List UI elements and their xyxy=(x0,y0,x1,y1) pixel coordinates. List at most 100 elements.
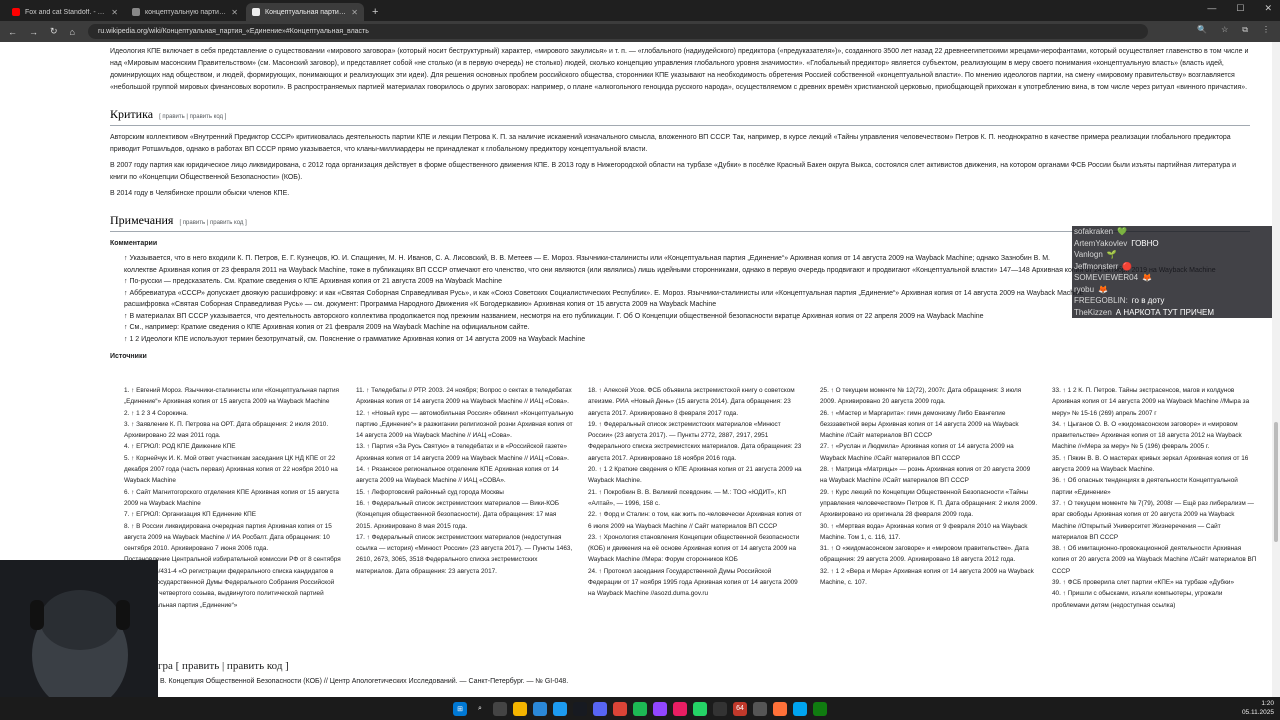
tab-strip: Fox and cat Standoff. - YouTube✕ концепт… xyxy=(0,0,1280,21)
youtube-icon xyxy=(12,8,20,16)
close-icon[interactable]: ✕ xyxy=(351,8,358,17)
zoom-icon[interactable]: 🔍 xyxy=(1197,25,1207,35)
back-icon[interactable]: ← xyxy=(8,27,17,37)
ref-column-3: 18. ↑ Алексей Усов. ФСБ объявила экстрем… xyxy=(588,385,806,611)
ref-item[interactable]: 16. ↑ Федеральный список экстремистских … xyxy=(356,498,574,532)
ref-item[interactable]: 28. ↑ Матрица «Матрицы» — рознь Архивная… xyxy=(820,464,1038,487)
chat-message: Jeffmonsterr 🔴 xyxy=(1074,261,1133,271)
minimize-icon[interactable]: — xyxy=(1207,3,1216,14)
ref-item[interactable]: 40. ↑ Пришли с обысками, изъяли компьюте… xyxy=(1052,588,1257,611)
ref-item[interactable]: 5. ↑ Корнейчук И. К. Мой ответ участника… xyxy=(124,453,342,487)
new-tab-icon[interactable]: + xyxy=(372,3,378,21)
app-icon[interactable] xyxy=(793,701,807,716)
ref-item[interactable]: 13. ↑ Партия «За Русь Святую» в теледеба… xyxy=(356,441,574,464)
ref-item[interactable]: 30. ↑ «Мертвая вода» Архивная копия от 9… xyxy=(820,521,1038,544)
ref-item[interactable]: 18. ↑ Алексей Усов. ФСБ объявила экстрем… xyxy=(588,385,806,419)
task-view-icon[interactable] xyxy=(493,701,507,716)
chat-message: FREEGOBLIN: го в доту xyxy=(1074,296,1165,305)
ref-item[interactable]: 25. ↑ О текущем моменте № 12(72), 2007г.… xyxy=(820,385,1038,408)
ref-item[interactable]: 1. ↑ Евгений Мороз. Язычники-сталинисты … xyxy=(124,385,342,408)
edit-section-link[interactable]: [ править | править код ] xyxy=(159,114,226,120)
forward-icon[interactable]: → xyxy=(29,27,38,37)
ref-item[interactable]: 19. ↑ Федеральный список экстремистских … xyxy=(588,419,806,464)
ref-column-5: 33. ↑ 1 2 К. П. Петров. Тайны экстрасенс… xyxy=(1052,385,1257,611)
ref-item[interactable]: 2. ↑ 1 2 3 4 Сорокина. xyxy=(124,408,342,419)
twitch-icon[interactable] xyxy=(653,701,667,716)
chrome-icon[interactable] xyxy=(613,701,627,716)
ref-item[interactable]: 23. ↑ Хронология становления Концепции о… xyxy=(588,532,806,566)
taskbar: ⊞ ⌕ 64 xyxy=(0,697,1280,720)
chat-message: SOMEVIEWER04 🦊 xyxy=(1074,273,1152,282)
ref-item[interactable]: 35. ↑ Пякин В. В. О мастерах кривых зерк… xyxy=(1052,453,1257,476)
app-64-icon[interactable]: 64 xyxy=(733,701,747,716)
bookmark-star-icon[interactable]: ☆ xyxy=(1221,25,1228,35)
system-clock[interactable]: 1:20 05.11.2025 xyxy=(1242,699,1274,717)
windows-start-icon[interactable]: ⊞ xyxy=(453,701,467,716)
ref-item[interactable]: 4. ↑ ЕГРЮЛ: РОД КПЕ Движение КПЕ xyxy=(124,441,342,452)
ref-item[interactable]: 29. ↑ Курс лекций по Концепции Обществен… xyxy=(820,487,1038,521)
ref-item[interactable]: 15. ↑ Лефортовский районный суд города М… xyxy=(356,487,574,498)
search-favicon-icon xyxy=(132,8,140,16)
ref-item[interactable]: 22. ↑ Форд и Сталин: о том, как жить по-… xyxy=(588,509,806,532)
ref-column-2: 11. ↑ Теледебаты // РТР. 2003. 24 ноября… xyxy=(356,385,574,611)
ref-item[interactable]: 36. ↑ Об опасных тенденциях в деятельнос… xyxy=(1052,475,1257,498)
webcam-overlay xyxy=(0,560,158,720)
ref-item[interactable]: 39. ↑ ФСБ проверила слет партии «КПЕ» на… xyxy=(1052,577,1257,588)
critique-paragraph-3: В 2014 году в Челябинске прошли обыски ч… xyxy=(110,190,290,197)
scrollbar-thumb[interactable] xyxy=(1274,422,1278,542)
ref-item[interactable]: 24. ↑ Протокол заседания Государственной… xyxy=(588,566,806,600)
app-icon[interactable] xyxy=(533,701,547,716)
ref-item[interactable]: 12. ↑ «Новый курс — автомобильная Россия… xyxy=(356,408,574,442)
spotify-icon[interactable] xyxy=(633,701,647,716)
ref-item[interactable]: 8. ↑ В России ликвидирована очередная па… xyxy=(124,521,342,555)
ref-item[interactable]: 37. ↑ О текущем моменте № 7(79), 2008г —… xyxy=(1052,498,1257,543)
home-icon[interactable]: ⌂ xyxy=(70,27,75,37)
extensions-icon[interactable]: ⧉ xyxy=(1242,25,1248,35)
edit-section-link[interactable]: [ править | править код ] xyxy=(179,220,246,226)
file-explorer-icon[interactable] xyxy=(513,701,527,716)
ref-item[interactable]: 21. ↑ Покробкин В. В. Великий псевдонин.… xyxy=(588,487,806,510)
telegram-icon[interactable] xyxy=(553,701,567,716)
chat-message: ryobu 🦊 xyxy=(1074,284,1108,294)
ref-item[interactable]: 17. ↑ Федеральный список экстремистских … xyxy=(356,532,574,577)
maximize-icon[interactable]: ☐ xyxy=(1236,3,1244,14)
ref-item[interactable]: 11. ↑ Теледебаты // РТР. 2003. 24 ноября… xyxy=(356,385,574,408)
scrollbar[interactable] xyxy=(1272,42,1280,697)
ref-item[interactable]: 33. ↑ 1 2 К. П. Петров. Тайны экстрасенс… xyxy=(1052,385,1257,419)
steam-icon[interactable] xyxy=(573,701,587,716)
ref-item[interactable]: 14. ↑ Рязанское региональное отделение К… xyxy=(356,464,574,487)
close-icon[interactable]: ✕ xyxy=(231,8,238,17)
obs-icon[interactable] xyxy=(713,701,727,716)
tab-youtube[interactable]: Fox and cat Standoff. - YouTube✕ xyxy=(6,3,124,21)
ref-item[interactable]: 38. ↑ Об имитационно-провокационной деят… xyxy=(1052,543,1257,577)
bibliography-line: В. Концепция Общественной Безопасности (… xyxy=(160,678,569,685)
tab-wikipedia[interactable]: Концептуальная партия «Един...✕ xyxy=(246,3,364,21)
article-body: Идеология КПЕ включает в себя представле… xyxy=(110,46,1250,366)
ref-item[interactable]: 6. ↑ Сайт Магнитогорского отделения КПЕ … xyxy=(124,487,342,510)
ref-item[interactable]: 27. ↑ «Руслан и Людмила» Архивная копия … xyxy=(820,441,1038,464)
search-icon[interactable]: ⌕ xyxy=(473,702,487,716)
app-icon[interactable] xyxy=(753,701,767,716)
critique-paragraph-1: Авторским коллективом «Внутренний Предик… xyxy=(110,134,1231,153)
reload-icon[interactable]: ↻ xyxy=(50,26,58,37)
ref-item[interactable]: 32. ↑ 1 2 «Вера и Мера» Архивная копия о… xyxy=(820,566,1038,589)
ref-item[interactable]: 26. ↑ «Мастер и Маргарита»: гимн демониз… xyxy=(820,408,1038,442)
ref-column-4: 25. ↑ О текущем моменте № 12(72), 2007г.… xyxy=(820,385,1038,611)
excel-icon[interactable] xyxy=(813,701,827,716)
address-bar[interactable]: ru.wikipedia.org/wiki/Концептуальная_пар… xyxy=(88,24,1148,39)
close-window-icon[interactable]: ✕ xyxy=(1264,3,1272,14)
ref-item[interactable]: 31. ↑ О «жидомасонском заговоре» и «миро… xyxy=(820,543,1038,566)
discord-icon[interactable] xyxy=(593,701,607,716)
menu-icon[interactable]: ⋮ xyxy=(1262,25,1270,35)
section-heading-critique: Критика[ править | править код ] xyxy=(110,102,1250,126)
firefox-icon[interactable] xyxy=(773,701,787,716)
ref-item[interactable]: 34. ↑ Цыганов О. В. О «жидомасонском заг… xyxy=(1052,419,1257,453)
whatsapp-icon[interactable] xyxy=(693,701,707,716)
ref-item[interactable]: 3. ↑ Заявление К. П. Петрова на ОРТ. Дат… xyxy=(124,419,342,442)
tab-search[interactable]: концептуальную партию «Един...✕ xyxy=(126,3,244,21)
ref-item[interactable]: 7. ↑ ЕГРЮЛ: Организация КП Единение КПЕ xyxy=(124,509,342,520)
music-icon[interactable] xyxy=(673,701,687,716)
close-icon[interactable]: ✕ xyxy=(111,8,118,17)
webcam-figure xyxy=(0,560,158,720)
ref-item[interactable]: 20. ↑ 1 2 Краткие сведения о КПЕ Архивна… xyxy=(588,464,806,487)
